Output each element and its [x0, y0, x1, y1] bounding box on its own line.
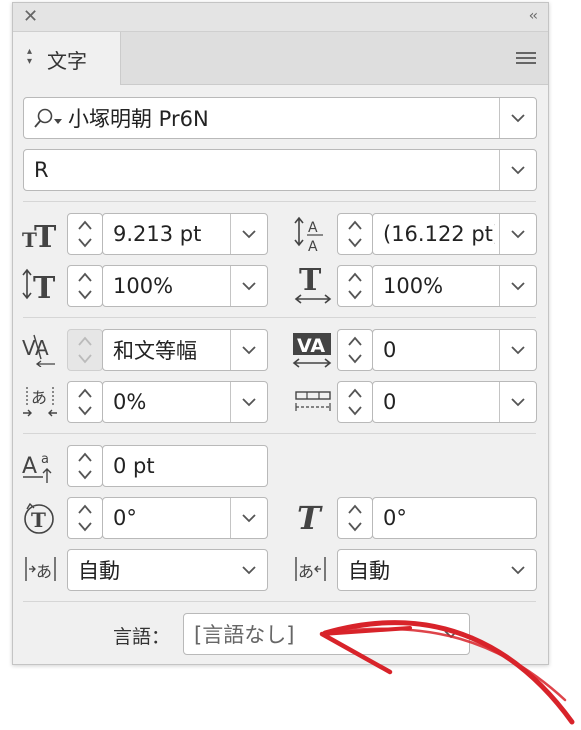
annotation-arrow-icon: [319, 620, 575, 725]
